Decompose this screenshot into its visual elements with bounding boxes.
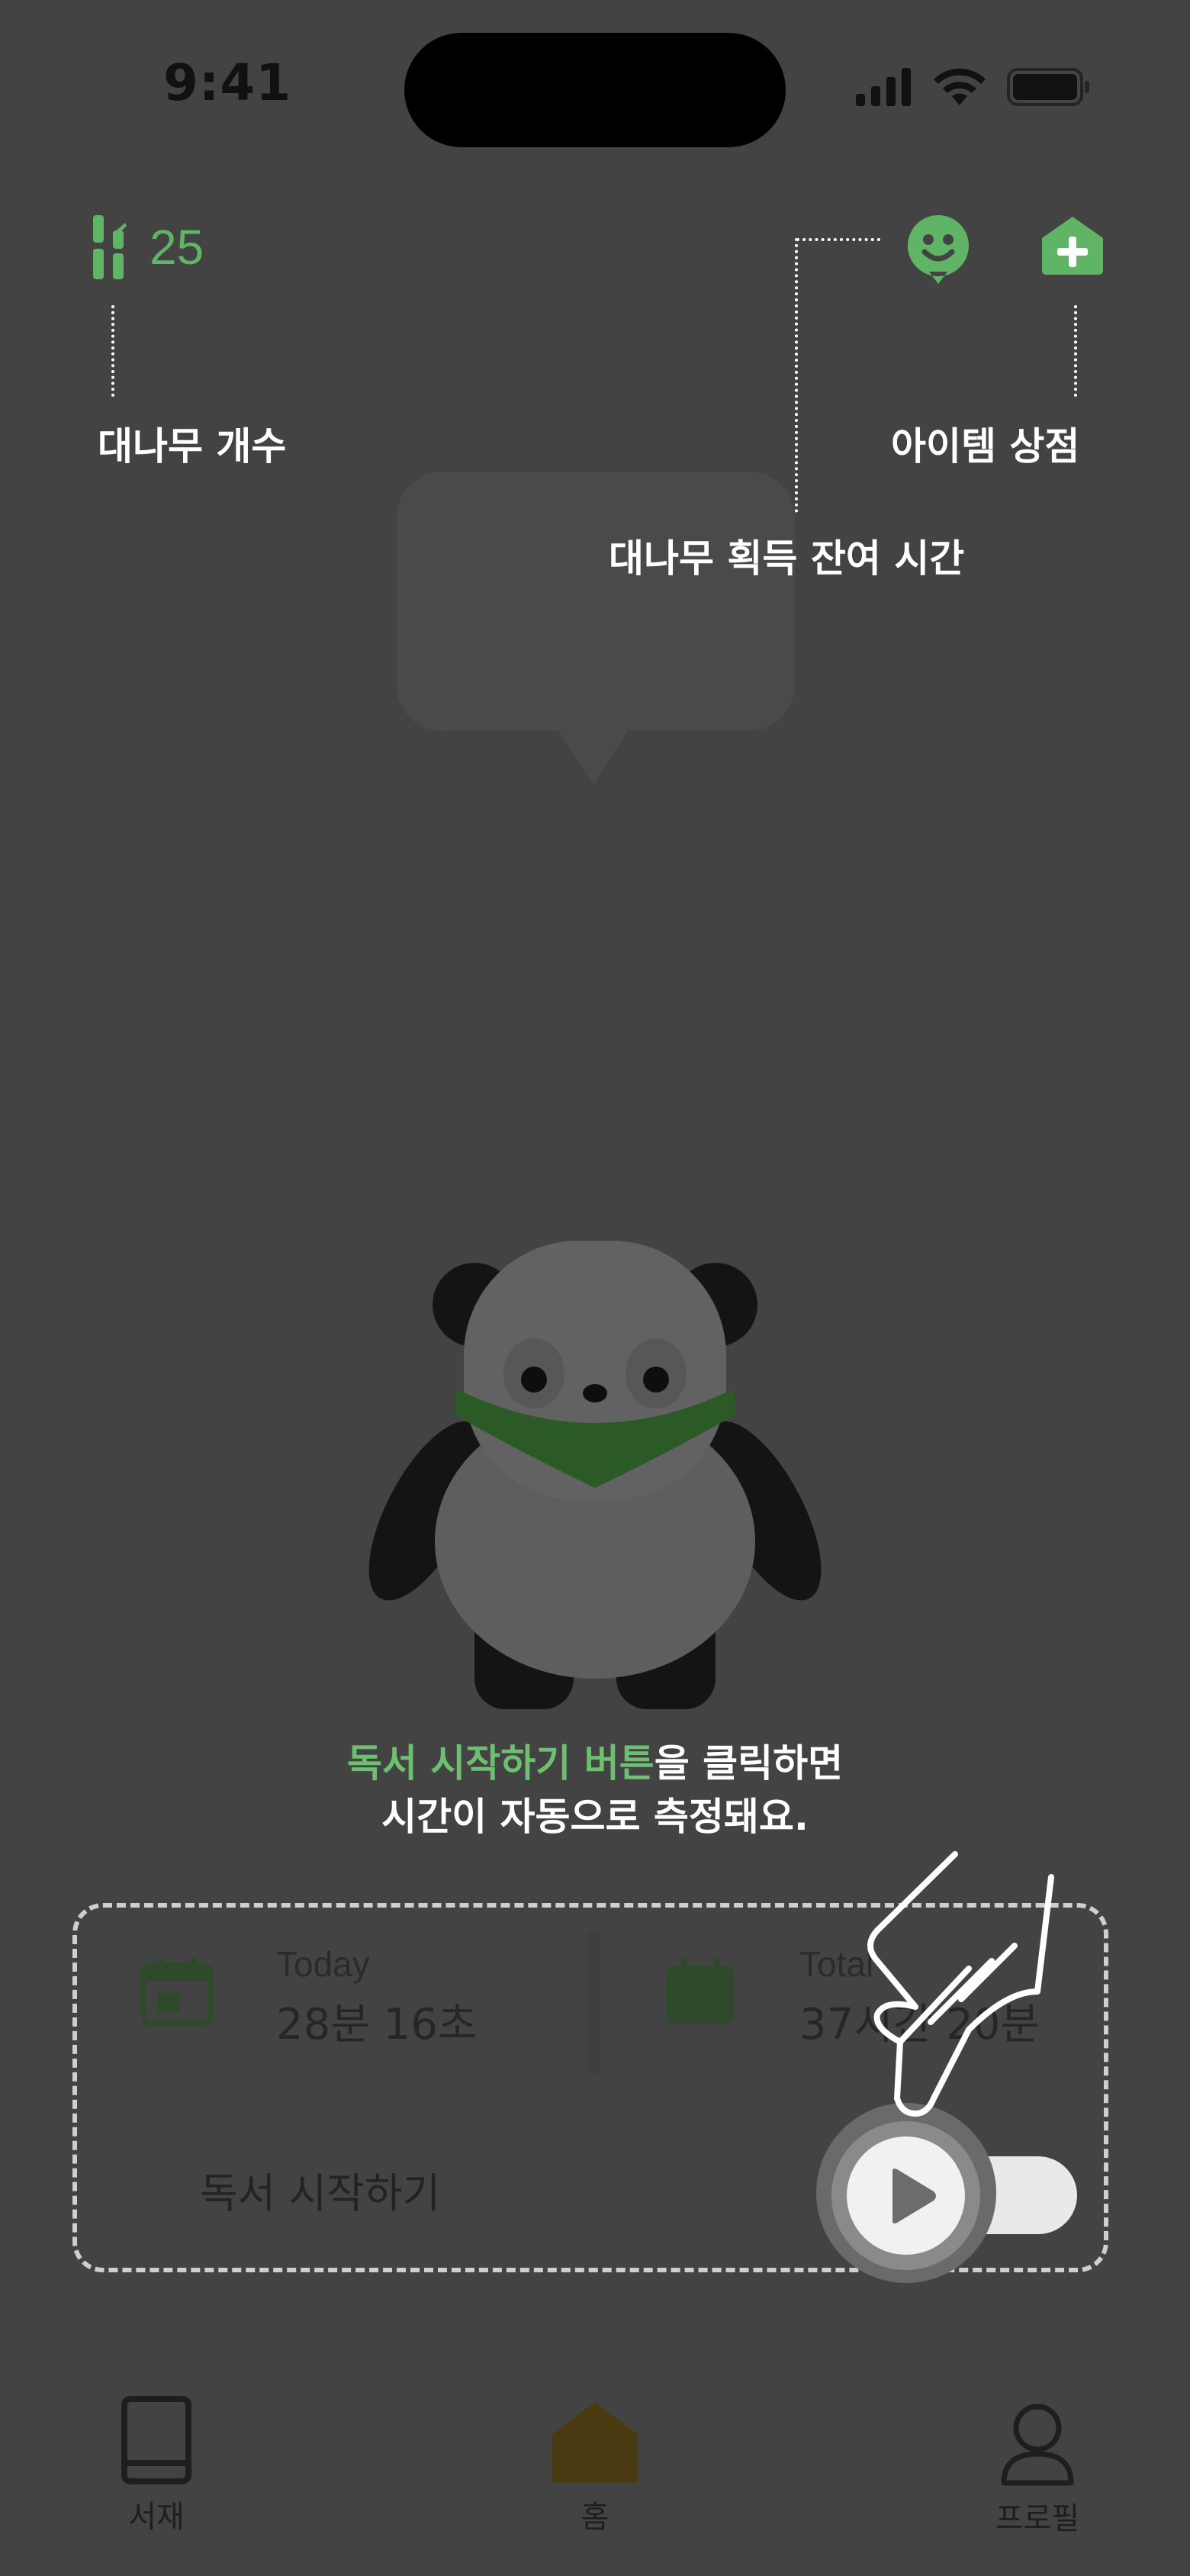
today-value: 28분 16초 [276,2000,478,2050]
panda-character [368,1241,822,1709]
guide-highlight: 독서 시작하기 버튼 [346,1741,654,1785]
annotation-line-bamboo [111,305,114,397]
annotation-line-timer-h [796,238,880,241]
bamboo-icon [93,215,127,279]
bamboo-count-annotation: 대나무 개수 [98,424,287,469]
book-icon [121,2396,191,2484]
guide-text-line2: 시간이 자동으로 측정돼요. [381,1795,809,1839]
bamboo-count-value: 25 [150,220,204,275]
wifi-icon [934,68,986,105]
annotation-line-shop [1074,305,1077,397]
home-icon [552,2402,638,2483]
nav-profile[interactable]: 프로필 [984,2402,1091,2538]
nav-home[interactable]: 홈 [542,2401,648,2536]
nav-home-label: 홈 [581,2500,609,2535]
bamboo-timer-icon[interactable] [906,214,970,284]
total-calendar-icon [667,1958,734,2024]
battery-icon [1007,68,1089,106]
dynamic-island [404,33,786,147]
nav-library[interactable]: 서재 [107,2396,206,2536]
guide-text-line1: 독서 시작하기 버튼을 클릭하면 [0,1737,1190,1790]
guide-rest: 을 클릭하면 [654,1741,844,1785]
bamboo-timer-annotation: 대나무 획득 잔여 시간 [609,536,965,581]
nav-library-label: 서재 [128,2500,185,2535]
bamboo-counter: 25 [92,215,204,279]
annotation-line-timer-v [795,238,798,513]
status-icons [856,67,1091,107]
status-time: 9:41 [163,53,292,112]
speech-bubble-tail [555,725,632,786]
profile-icon [1001,2404,1074,2486]
play-icon [892,2169,936,2223]
today-label: Today [276,1944,370,1984]
stats-divider [587,1930,601,2075]
today-calendar-icon [140,1958,214,2027]
start-reading-label: 독서 시작하기 [200,2169,441,2217]
cellular-signal-icon [856,68,911,106]
nav-profile-label: 프로필 [995,2501,1080,2536]
item-shop-icon[interactable] [1040,215,1105,276]
speech-bubble [397,472,795,731]
item-shop-annotation: 아이템 상점 [891,424,1080,469]
pointing-hand-icon [867,1851,1054,2117]
